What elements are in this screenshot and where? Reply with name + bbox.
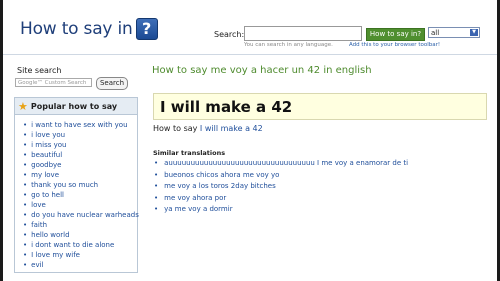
popular-item[interactable]: love	[23, 200, 137, 210]
popular-panel-title: Popular how to say	[30, 101, 118, 111]
site-search-input[interactable]: Google™ Custom Search	[15, 78, 92, 87]
translation-answer-box: I will make a 42	[153, 93, 487, 120]
search-submit-button[interactable]: How to say in?	[366, 28, 425, 41]
question-mark-logo-icon: ?	[135, 18, 158, 40]
popular-panel: ★ Popular how to say i want to have sex …	[14, 97, 139, 273]
language-select-value: all	[431, 29, 440, 37]
logo-text: How to say in	[20, 19, 133, 39]
popular-item[interactable]: i want to have sex with you	[23, 120, 137, 130]
how-to-say-link[interactable]: I will make a 42	[200, 124, 263, 133]
translation-answer: I will make a 42	[160, 98, 293, 116]
similar-item[interactable]: me voy ahora por	[154, 193, 408, 205]
similar-item[interactable]: auuuuuuuuuuuuuuuuuuuuuuuuuuuuuuuuu I me …	[154, 158, 408, 170]
site-search-title: Site search	[17, 66, 62, 75]
star-icon: ★	[18, 99, 28, 113]
language-select[interactable]: all ▼	[428, 27, 480, 38]
popular-item[interactable]: i dont want to die alone	[23, 240, 137, 250]
popular-item[interactable]: thank you so much	[23, 180, 137, 190]
site-logo[interactable]: How to say in ?	[20, 18, 158, 40]
how-to-say-line: How to say I will make a 42	[153, 124, 263, 133]
popular-item[interactable]: evil	[23, 260, 137, 270]
search-label: Search:	[214, 30, 245, 39]
search-input[interactable]	[244, 26, 362, 41]
popular-item[interactable]: i love you	[23, 130, 137, 140]
similar-item[interactable]: bueonos chicos ahora me voy yo	[154, 170, 408, 182]
search-hint: You can search in any language.	[244, 42, 333, 48]
popular-item[interactable]: go to hell	[23, 190, 137, 200]
page-title: How to say me voy a hacer un 42 in engli…	[152, 65, 372, 76]
select-arrow-icon: ▼	[470, 29, 478, 36]
popular-item[interactable]: i miss you	[23, 140, 137, 150]
popular-list: i want to have sex with you i love you i…	[15, 115, 139, 270]
how-to-say-prefix: How to say	[153, 124, 198, 133]
header-divider	[3, 54, 497, 55]
similar-item[interactable]: me voy a los toros 2day bitches	[154, 181, 408, 193]
window-frame-left	[0, 0, 3, 281]
popular-item[interactable]: hello world	[23, 230, 137, 240]
popular-item[interactable]: goodbye	[23, 160, 137, 170]
similar-translations-list: auuuuuuuuuuuuuuuuuuuuuuuuuuuuuuuuu I me …	[154, 158, 408, 216]
popular-item[interactable]: my love	[23, 170, 137, 180]
popular-item[interactable]: do you have nuclear warheads	[23, 210, 139, 220]
similar-item[interactable]: ya me voy a dormir	[154, 204, 408, 216]
popular-item[interactable]: I love my wife	[23, 250, 137, 260]
popular-panel-header: ★ Popular how to say	[15, 98, 137, 115]
site-search-button[interactable]: Search	[96, 77, 128, 90]
popular-item[interactable]: faith	[23, 220, 137, 230]
popular-item[interactable]: beautiful	[23, 150, 137, 160]
similar-translations-title: Similar translations	[153, 149, 226, 157]
toolbar-link[interactable]: Add this to your browser toolbar!	[349, 42, 440, 48]
